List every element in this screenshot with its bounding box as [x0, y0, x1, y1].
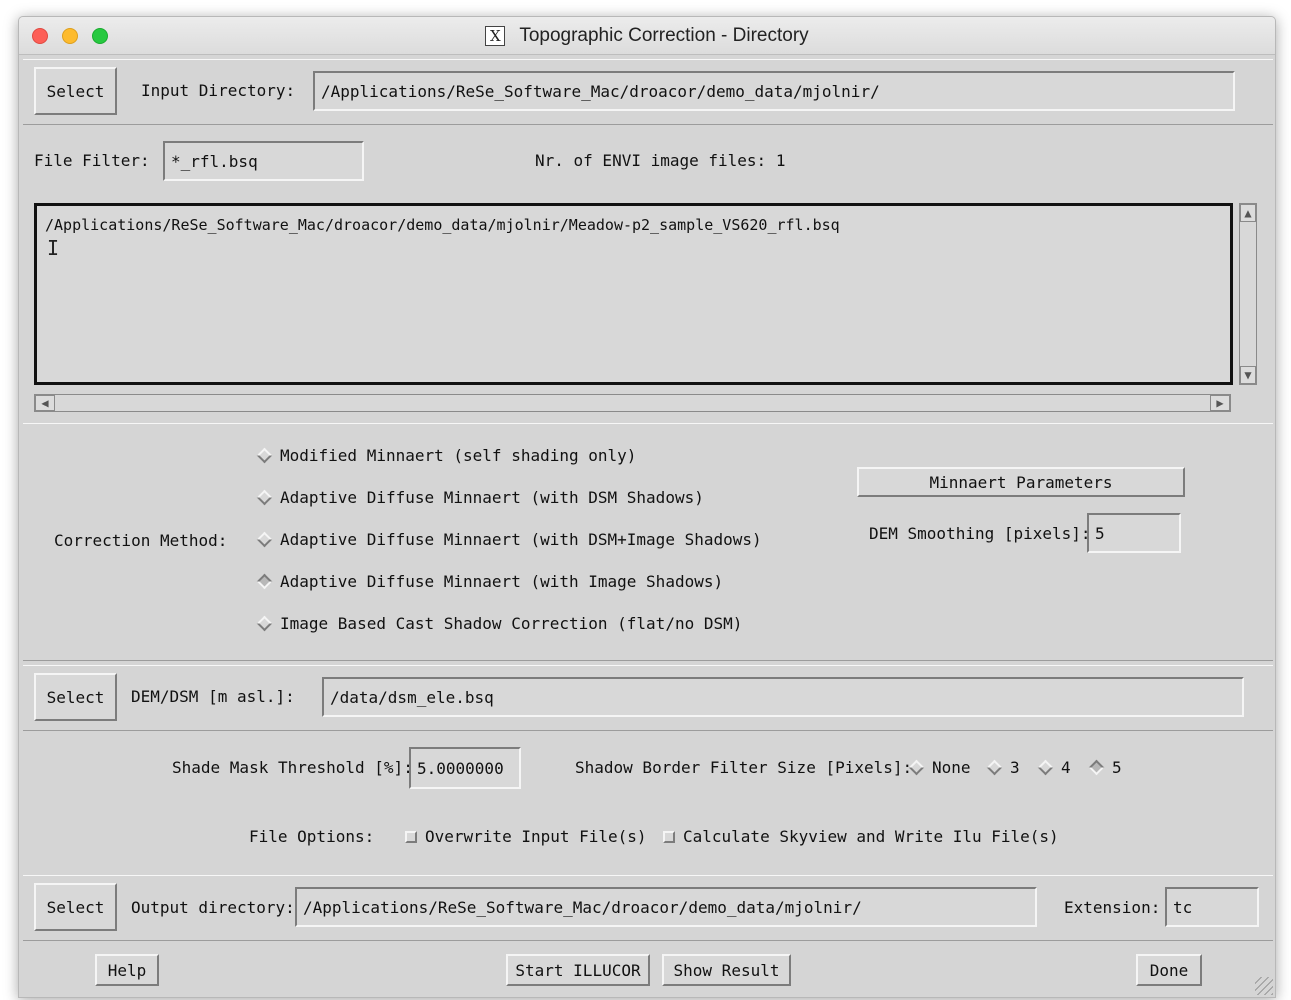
- file-filter-label: File Filter:: [34, 151, 150, 170]
- radio-icon: [256, 489, 273, 506]
- overwrite-checkbox[interactable]: Overwrite Input File(s): [405, 827, 647, 846]
- start-illucor-button[interactable]: Start ILLUCOR: [506, 954, 650, 986]
- border-option-4[interactable]: 4: [1037, 758, 1071, 777]
- radio-icon: [256, 615, 273, 632]
- dem-smoothing-label: DEM Smoothing [pixels]:: [869, 524, 1091, 543]
- radio-icon: [986, 759, 1003, 776]
- checkbox-icon: [663, 830, 675, 843]
- help-button[interactable]: Help: [95, 954, 159, 986]
- overwrite-label: Overwrite Input File(s): [425, 827, 647, 846]
- title-area: X Topographic Correction - Directory: [19, 17, 1275, 55]
- file-options-label: File Options:: [249, 827, 375, 846]
- shadow-border-label: Shadow Border Filter Size [Pixels]:: [575, 758, 913, 777]
- method-option-3[interactable]: Adaptive Diffuse Minnaert (with DSM+Imag…: [256, 530, 762, 549]
- border-option-label: 5: [1112, 758, 1122, 777]
- output-directory-label: Output directory:: [131, 898, 295, 917]
- scroll-left-icon[interactable]: ◀: [35, 395, 55, 411]
- method-option-label: Adaptive Diffuse Minnaert (with DSM Shad…: [280, 488, 704, 507]
- correction-method-label: Correction Method:: [54, 531, 228, 550]
- file-filter-field[interactable]: *_rfl.bsq: [163, 141, 364, 181]
- scroll-down-icon[interactable]: ▼: [1240, 366, 1256, 384]
- method-option-label: Adaptive Diffuse Minnaert (with Image Sh…: [280, 572, 724, 591]
- dem-label: DEM/DSM [m asl.]:: [131, 687, 295, 706]
- border-option-label: None: [932, 758, 971, 777]
- radio-icon: [1037, 759, 1054, 776]
- select-input-button[interactable]: Select: [34, 67, 117, 115]
- scroll-up-icon[interactable]: ▲: [1240, 204, 1256, 222]
- select-output-button[interactable]: Select: [34, 883, 117, 931]
- file-list-horizontal-scrollbar[interactable]: ◀ ▶: [34, 394, 1231, 412]
- method-option-2[interactable]: Adaptive Diffuse Minnaert (with DSM Shad…: [256, 488, 704, 507]
- window-title: Topographic Correction - Directory: [519, 25, 809, 46]
- radio-selected-icon: [1088, 759, 1105, 776]
- app-window: X Topographic Correction - Directory Sel…: [18, 16, 1276, 998]
- extension-field[interactable]: tc: [1165, 887, 1259, 927]
- radio-selected-icon: [256, 573, 273, 590]
- dem-smoothing-field[interactable]: 5: [1087, 513, 1181, 553]
- file-list-item[interactable]: /Applications/ReSe_Software_Mac/droacor/…: [45, 216, 840, 234]
- output-directory-field[interactable]: /Applications/ReSe_Software_Mac/droacor/…: [295, 887, 1037, 927]
- border-option-3[interactable]: 3: [986, 758, 1020, 777]
- file-list-vertical-scrollbar[interactable]: ▲ ▼: [1239, 203, 1257, 385]
- radio-icon: [256, 447, 273, 464]
- method-option-label: Adaptive Diffuse Minnaert (with DSM+Imag…: [280, 530, 762, 549]
- input-directory-field[interactable]: /Applications/ReSe_Software_Mac/droacor/…: [313, 71, 1235, 111]
- method-option-4[interactable]: Adaptive Diffuse Minnaert (with Image Sh…: [256, 572, 723, 591]
- text-cursor-icon: I: [47, 236, 60, 260]
- radio-icon: [256, 531, 273, 548]
- radio-icon: [908, 759, 925, 776]
- skyview-label: Calculate Skyview and Write Ilu File(s): [683, 827, 1059, 846]
- skyview-checkbox[interactable]: Calculate Skyview and Write Ilu File(s): [663, 827, 1059, 846]
- shade-threshold-label: Shade Mask Threshold [%]:: [172, 758, 413, 777]
- border-option-label: 3: [1010, 758, 1020, 777]
- done-button[interactable]: Done: [1136, 954, 1202, 986]
- file-list-box[interactable]: /Applications/ReSe_Software_Mac/droacor/…: [34, 203, 1233, 385]
- method-option-1[interactable]: Modified Minnaert (self shading only): [256, 446, 636, 465]
- border-option-label: 4: [1061, 758, 1071, 777]
- file-count-label: Nr. of ENVI image files: 1: [535, 151, 786, 170]
- border-option-5[interactable]: 5: [1088, 758, 1122, 777]
- dem-field[interactable]: /data/dsm_ele.bsq: [322, 677, 1244, 717]
- x11-icon: X: [485, 26, 506, 46]
- extension-label: Extension:: [1064, 898, 1161, 917]
- scroll-right-icon[interactable]: ▶: [1210, 395, 1230, 411]
- title-bar: X Topographic Correction - Directory: [19, 17, 1275, 55]
- checkbox-icon: [405, 830, 417, 843]
- minnaert-parameters-button[interactable]: Minnaert Parameters: [857, 467, 1185, 497]
- show-result-button[interactable]: Show Result: [662, 954, 791, 986]
- border-option-none[interactable]: None: [908, 758, 971, 777]
- resize-grip-icon[interactable]: [1255, 977, 1273, 995]
- input-directory-label: Input Directory:: [141, 81, 296, 100]
- method-option-label: Image Based Cast Shadow Correction (flat…: [280, 614, 743, 633]
- shade-threshold-field[interactable]: 5.0000000: [409, 747, 521, 789]
- method-option-label: Modified Minnaert (self shading only): [280, 446, 637, 465]
- method-option-5[interactable]: Image Based Cast Shadow Correction (flat…: [256, 614, 742, 633]
- select-dem-button[interactable]: Select: [34, 673, 117, 721]
